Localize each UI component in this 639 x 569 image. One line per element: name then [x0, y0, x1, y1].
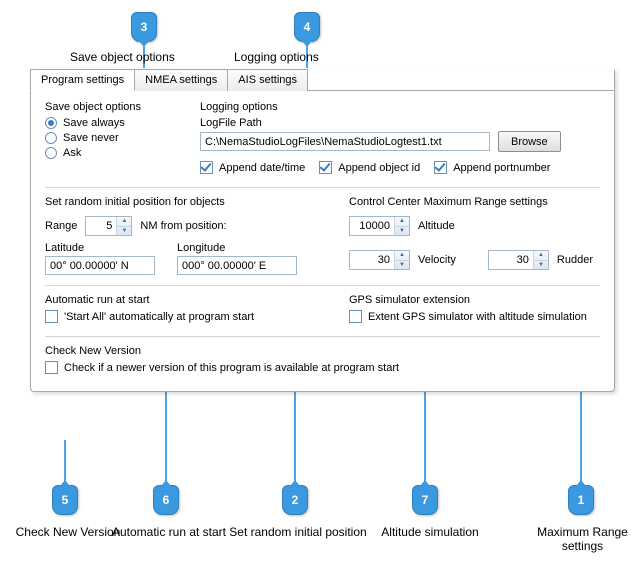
cc-range-title: Control Center Maximum Range settings [349, 196, 600, 208]
chk-append-datetime[interactable] [200, 161, 213, 174]
chk-append-portnumber-label: Append portnumber [453, 162, 550, 174]
callout-3-num: 3 [141, 20, 148, 34]
callout-7-num: 7 [422, 493, 429, 507]
spinner-up-icon[interactable]: ▲ [395, 217, 409, 227]
radio-save-always[interactable] [45, 117, 57, 129]
spinner-up-icon[interactable]: ▲ [117, 217, 131, 227]
logging-group: Logging options LogFile Path C:\NemaStud… [200, 101, 600, 177]
callout-2: 2 [282, 485, 308, 515]
random-position-title: Set random initial position for objects [45, 196, 325, 208]
chk-start-all-label: 'Start All' automatically at program sta… [64, 311, 254, 323]
logging-title: Logging options [200, 101, 600, 113]
chk-start-all[interactable] [45, 310, 58, 323]
altitude-spinner[interactable]: 10000 ▲▼ [349, 216, 410, 236]
gps-ext-group: GPS simulator extension Extent GPS simul… [349, 294, 600, 326]
auto-run-title: Automatic run at start [45, 294, 325, 306]
spinner-down-icon[interactable]: ▼ [395, 227, 409, 236]
callout-2-num: 2 [292, 493, 299, 507]
radio-save-always-label: Save always [63, 117, 125, 129]
tab-nmea-settings[interactable]: NMEA settings [134, 69, 228, 91]
chk-check-version-label: Check if a newer version of this program… [64, 362, 399, 374]
velocity-spinner[interactable]: 30 ▲▼ [349, 250, 410, 270]
callout-6-num: 6 [163, 493, 170, 507]
chk-check-version[interactable] [45, 361, 58, 374]
callout-3: 3 [131, 12, 157, 42]
spinner-up-icon[interactable]: ▲ [395, 251, 409, 261]
chk-gps-altitude[interactable] [349, 310, 362, 323]
callout-7-label: Altitude simulation [370, 525, 490, 539]
spinner-up-icon[interactable]: ▲ [534, 251, 548, 261]
save-object-title: Save object options [45, 101, 200, 113]
callout-4-num: 4 [304, 20, 311, 34]
chk-append-objectid-label: Append object id [338, 162, 420, 174]
spinner-down-icon[interactable]: ▼ [117, 227, 131, 236]
range-spinner[interactable]: 5 ▲▼ [85, 216, 132, 236]
chk-gps-altitude-label: Extent GPS simulator with altitude simul… [368, 311, 587, 323]
spinner-down-icon[interactable]: ▼ [395, 261, 409, 270]
settings-dialog: Program settings NMEA settings AIS setti… [30, 68, 615, 392]
nm-from-label: NM from position: [140, 220, 226, 232]
range-label: Range [45, 220, 77, 232]
rudder-label: Rudder [557, 254, 593, 266]
callout-3-label: Save object options [70, 50, 175, 64]
logfile-path-input[interactable]: C:\NemaStudioLogFiles\NemaStudioLogtest1… [200, 132, 490, 151]
callout-6: 6 [153, 485, 179, 515]
callout-2-label: Set random initial position [218, 525, 378, 539]
longitude-input[interactable]: 000° 00.00000' E [177, 256, 297, 275]
callout-7: 7 [412, 485, 438, 515]
radio-save-never-label: Save never [63, 132, 119, 144]
callout-1-label: Maximum Range settings [530, 525, 635, 553]
callout-5: 5 [52, 485, 78, 515]
callout-4: 4 [294, 12, 320, 42]
save-object-group: Save object options Save always Save nev… [45, 101, 200, 177]
logfile-path-label: LogFile Path [200, 117, 600, 129]
chk-append-datetime-label: Append date/time [219, 162, 305, 174]
chk-append-portnumber[interactable] [434, 161, 447, 174]
radio-ask-label: Ask [63, 147, 81, 159]
tab-bar: Program settings NMEA settings AIS setti… [30, 68, 614, 91]
radio-ask[interactable] [45, 147, 57, 159]
check-version-group: Check New Version Check if a newer versi… [45, 345, 600, 374]
auto-run-group: Automatic run at start 'Start All' autom… [45, 294, 325, 326]
rudder-spinner[interactable]: 30 ▲▼ [488, 250, 549, 270]
callout-6-label: Automatic run at start [104, 525, 234, 539]
callout-4-label: Logging options [234, 50, 319, 64]
longitude-label: Longitude [177, 242, 297, 254]
random-position-group: Set random initial position for objects … [45, 196, 325, 275]
cc-range-group: Control Center Maximum Range settings 10… [349, 196, 600, 275]
browse-button[interactable]: Browse [498, 131, 561, 152]
check-version-title: Check New Version [45, 345, 600, 357]
velocity-label: Velocity [418, 254, 456, 266]
altitude-label: Altitude [418, 220, 455, 232]
radio-save-never[interactable] [45, 132, 57, 144]
callout-5-num: 5 [62, 493, 69, 507]
spinner-down-icon[interactable]: ▼ [534, 261, 548, 270]
chk-append-objectid[interactable] [319, 161, 332, 174]
gps-ext-title: GPS simulator extension [349, 294, 600, 306]
tab-program-settings[interactable]: Program settings [30, 69, 135, 91]
callout-1-num: 1 [578, 493, 585, 507]
latitude-input[interactable]: 00° 00.00000' N [45, 256, 155, 275]
tab-ais-settings[interactable]: AIS settings [227, 69, 308, 91]
callout-1: 1 [568, 485, 594, 515]
latitude-label: Latitude [45, 242, 155, 254]
